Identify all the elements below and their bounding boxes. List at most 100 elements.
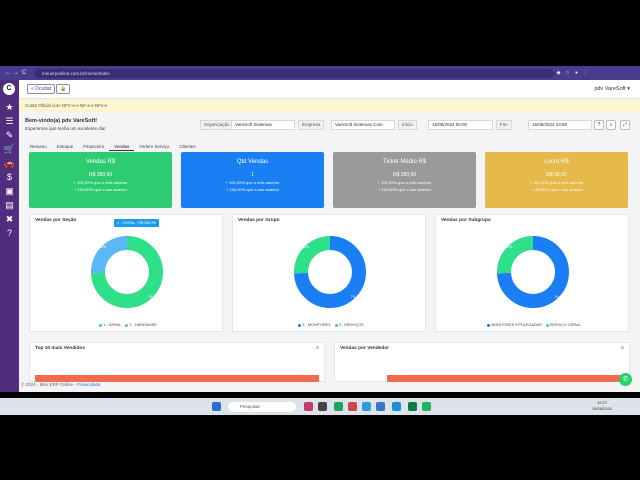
- chart-icon[interactable]: ▤: [0, 200, 19, 210]
- slice-label: 74,4%: [554, 295, 565, 299]
- expand-icon[interactable]: ⤢: [620, 120, 630, 130]
- star-icon[interactable]: ★: [0, 102, 19, 112]
- kpi-value: R$ 389,99: [88, 172, 113, 178]
- empresa-label: Empresa: [298, 120, 325, 130]
- help-circle-icon[interactable]: ?: [594, 120, 604, 130]
- cart-icon[interactable]: 🛒: [0, 144, 19, 154]
- app-icon[interactable]: [304, 402, 313, 411]
- app-icon[interactable]: [318, 402, 327, 411]
- fim-input[interactable]: 15/08/2024 23:59: [528, 120, 592, 130]
- edit-icon[interactable]: ✎: [0, 130, 19, 140]
- slice-label: 25,6%: [96, 245, 107, 249]
- fim-label: Fim: [496, 120, 512, 130]
- legend-swatch: [298, 323, 302, 327]
- tab-vendas[interactable]: Vendas: [109, 142, 135, 151]
- profile-icon[interactable]: ●: [572, 70, 581, 76]
- legend-item[interactable]: 2 - MONITORES: [302, 323, 330, 327]
- app-icon[interactable]: [362, 402, 371, 411]
- reload-icon[interactable]: C: [20, 70, 28, 76]
- top-sellers-title: Top 10 mais Vendidos: [35, 346, 86, 351]
- kpi-line1: + 100,00% que o mês anterior: [529, 180, 584, 185]
- lock-icon[interactable]: 🔒: [56, 84, 71, 94]
- dashboard-tabs: Resumo Estoque Financeiro Vendas Ordem Servi…: [25, 142, 201, 151]
- welcome-title: Bem-vindo(a) pdv VareSoft!: [25, 118, 98, 124]
- app-icon[interactable]: [422, 402, 431, 411]
- legend-item[interactable]: 1 - GERAL: [103, 323, 121, 327]
- chart-tooltip: 1 - GERAL : R$ 289,99: [114, 219, 159, 227]
- clock[interactable]: 19:27 15/08/2024: [592, 400, 612, 412]
- dollar-icon[interactable]: $: [0, 172, 19, 182]
- sales-by-seller-card: Vendas por Vendedor ≡: [334, 342, 630, 382]
- top-sellers-card: Top 10 mais Vendidos ≡: [29, 342, 325, 382]
- user-menu[interactable]: pdv VareSoft ▾: [594, 86, 630, 92]
- windows-start-icon[interactable]: [212, 402, 221, 411]
- legend-item[interactable]: 3 - SERVIÇOS: [339, 323, 364, 327]
- menu-dots-icon[interactable]: ⋮: [581, 70, 590, 76]
- kpi-card: Qtd Vendas 1 + 100,00% que o mês anterior +…: [181, 152, 324, 208]
- chart-legend: 2 - MONITORES 3 - SERVIÇOS: [233, 323, 425, 327]
- chart-title: Vendas por Subgrupo: [441, 218, 491, 223]
- kpi-title: Vendas R$: [85, 159, 116, 165]
- car-icon[interactable]: 🚗: [0, 158, 19, 168]
- chart-title: Vendas por Seção: [35, 218, 77, 223]
- kpi-card: Ticket Médio R$ R$ 389,99 + 100,00% que o …: [333, 152, 476, 208]
- tab-estoque[interactable]: Estoque: [52, 142, 79, 151]
- card-menu-icon[interactable]: ≡: [621, 345, 624, 351]
- legend-item[interactable]: MONITORES 9 POLEGADAS: [491, 323, 542, 327]
- legend-item[interactable]: SERVIÇO GERAL: [550, 323, 581, 327]
- back-icon[interactable]: ←: [4, 70, 12, 76]
- extensions-icon[interactable]: ◆: [554, 70, 563, 76]
- empresa-select[interactable]: VareSoft Sistemas Com: [331, 120, 395, 130]
- footer: © 2024 - Meu ERP Online - Privacidade: [19, 382, 640, 392]
- help-icon[interactable]: ?: [0, 228, 19, 238]
- organizacao-label: Organização: [200, 120, 234, 130]
- legend-item[interactable]: 2 - HARDWARE: [129, 323, 157, 327]
- main-content: « Ocultar 🔒 pdv VareSoft ▾ Conta Oficial…: [19, 80, 640, 392]
- whatsapp-icon[interactable]: ✆: [619, 373, 632, 386]
- app-icon[interactable]: [348, 402, 357, 411]
- welcome-subtitle: Esperamos que tenha um excelente dia!: [25, 126, 106, 131]
- sidebar: C ★ ☰ ✎ 🛒 🚗 $ ▣ ▤ ✖?: [0, 80, 19, 392]
- sales-by-seller-title: Vendas por Vendedor: [340, 346, 390, 351]
- address-bar[interactable]: meuerponline.com.br/Home/Index: [34, 68, 554, 78]
- app-icon[interactable]: [392, 402, 401, 411]
- app-icon[interactable]: [334, 402, 343, 411]
- hide-menu-button[interactable]: « Ocultar: [27, 84, 56, 94]
- tab-ordem-serviço[interactable]: Ordem Serviço: [134, 142, 174, 151]
- kpi-line2: + 100,00% que o ano anterior: [530, 187, 583, 192]
- legend-swatch: [487, 323, 491, 327]
- kpi-line2: + 100,00% que o ano anterior: [74, 187, 127, 192]
- taskbar-search[interactable]: Pesquisar: [228, 402, 296, 412]
- organizacao-select[interactable]: VareSoft Sistemas: [231, 120, 295, 130]
- legend-swatch: [99, 323, 103, 327]
- legend-swatch: [125, 323, 129, 327]
- kpi-value: 1: [251, 172, 254, 178]
- app-icon[interactable]: [408, 402, 417, 411]
- donut-chart: 74,4% 25,6%: [294, 236, 366, 308]
- tab-clientes[interactable]: Clientes: [174, 142, 200, 151]
- donut-chart: 74,4% 25,6%: [91, 236, 163, 308]
- star-bookmark-icon[interactable]: ☆: [563, 70, 572, 76]
- kpi-title: Lucro R$: [544, 159, 569, 165]
- inicio-input[interactable]: 15/08/2024 00:00: [428, 120, 493, 130]
- slice-label: 74,4%: [148, 295, 159, 299]
- chart-title: Vendas por Grupo: [238, 218, 280, 223]
- search-button[interactable]: ⌕: [606, 120, 616, 130]
- list-icon[interactable]: ☰: [0, 116, 19, 126]
- card-menu-icon[interactable]: ≡: [316, 345, 319, 351]
- top-bar: « Ocultar 🔒 pdv VareSoft ▾: [19, 80, 640, 99]
- top-sellers-bar: [35, 375, 319, 382]
- legend-swatch: [334, 323, 338, 327]
- forward-icon[interactable]: →: [12, 70, 20, 76]
- tools-icon[interactable]: ✖: [0, 214, 19, 224]
- tab-resumo[interactable]: Resumo: [25, 142, 52, 151]
- kpi-line1: + 100,00% que o mês anterior: [377, 180, 432, 185]
- kpi-value: R$ 90,00: [546, 172, 567, 178]
- privacy-link[interactable]: Privacidade: [77, 382, 101, 387]
- tab-financeiro[interactable]: Financeiro: [78, 142, 109, 151]
- kpi-card: Vendas R$ R$ 389,99 + 100,00% que o mês an…: [29, 152, 172, 208]
- app-icon[interactable]: [376, 402, 385, 411]
- donut-chart-card: Vendas por Seção 74,4% 25,6% 1 - GERAL : R$…: [29, 214, 223, 332]
- app-logo[interactable]: C: [3, 83, 15, 95]
- briefcase-icon[interactable]: ▣: [0, 186, 19, 196]
